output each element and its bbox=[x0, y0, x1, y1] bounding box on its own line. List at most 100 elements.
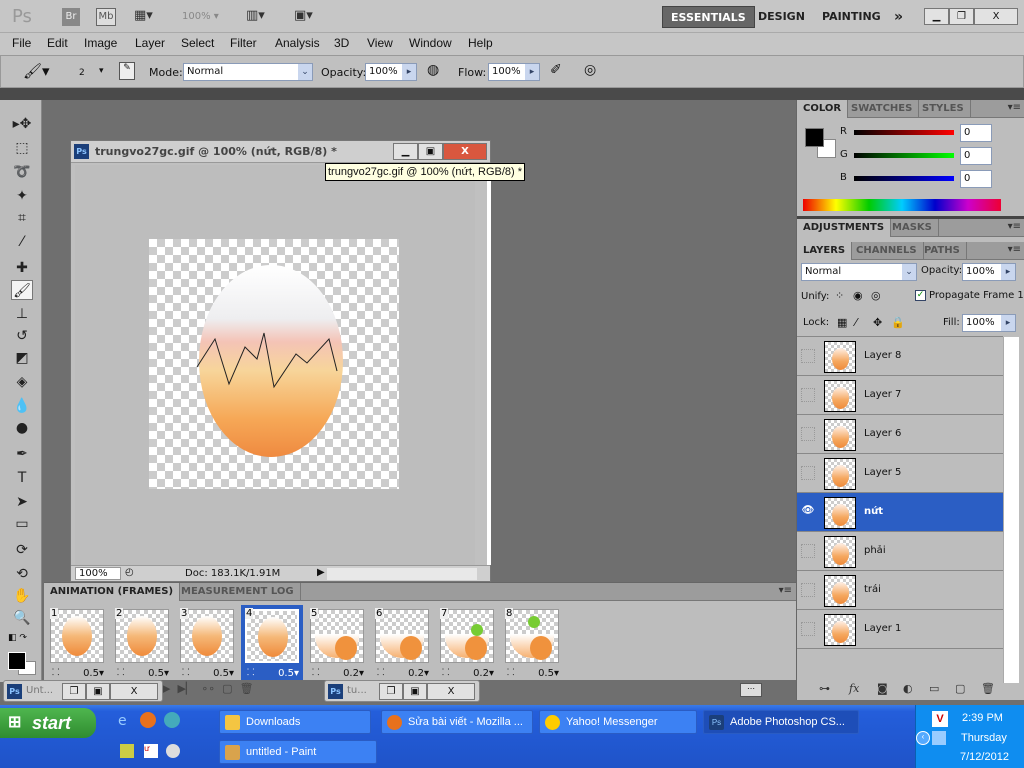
view-extras-button[interactable]: ▦▾ bbox=[134, 8, 153, 26]
3d-orbit-tool-icon[interactable]: ⟲ bbox=[11, 564, 33, 584]
visibility-toggle[interactable] bbox=[801, 622, 815, 636]
tab-color[interactable]: COLOR bbox=[797, 100, 849, 118]
frame-disposal-icon[interactable]: ⸬ bbox=[182, 665, 189, 678]
fill-field[interactable]: 100% ▸ bbox=[962, 314, 1016, 332]
lock-all-icon[interactable]: 🔒 bbox=[891, 316, 905, 329]
tab-styles[interactable]: STYLES bbox=[916, 100, 971, 118]
red-value-field[interactable]: 0 bbox=[960, 124, 992, 142]
tab-measurement-log[interactable]: MEASUREMENT LOG bbox=[175, 583, 301, 601]
animation-frame[interactable]: 5 ⸬ 0.2▾ bbox=[306, 605, 368, 680]
blur-tool-icon[interactable]: 💧 bbox=[11, 396, 33, 416]
default-colors-icon[interactable]: ◧ ↷ bbox=[8, 633, 27, 643]
tab-layers[interactable]: LAYERS bbox=[797, 242, 853, 260]
3d-rotate-tool-icon[interactable]: ⟳ bbox=[11, 540, 33, 560]
red-slider[interactable] bbox=[854, 130, 954, 135]
document-title-bar[interactable]: Ps trungvo27gc.gif @ 100% (nứt, RGB/8) *… bbox=[71, 141, 490, 163]
brush-panel-toggle-icon[interactable]: ✎ bbox=[119, 62, 135, 80]
quicklaunch-icon[interactable] bbox=[164, 712, 180, 728]
canvas-area[interactable] bbox=[75, 165, 475, 565]
document-minimize-button[interactable]: ▁ bbox=[393, 143, 418, 160]
restore-icon[interactable]: ❐ bbox=[62, 683, 86, 700]
history-brush-tool-icon[interactable]: ↺ bbox=[11, 326, 33, 346]
animation-frame[interactable]: 8 ⸬ 0.5▾ bbox=[501, 605, 563, 680]
workspace-design[interactable]: DESIGN bbox=[750, 6, 813, 28]
frame-disposal-icon[interactable]: ⸬ bbox=[442, 665, 449, 678]
frame-delay-dropdown[interactable]: 0.5▾ bbox=[83, 668, 104, 679]
tab-paths[interactable]: PATHS bbox=[918, 242, 967, 260]
image-canvas[interactable] bbox=[149, 239, 399, 489]
clone-stamp-tool-icon[interactable]: ⊥ bbox=[11, 304, 33, 324]
animation-frame[interactable]: 2 ⸬ 0.5▾ bbox=[111, 605, 173, 680]
tab-animation-frames[interactable]: ANIMATION (FRAMES) bbox=[44, 583, 181, 601]
layer-row[interactable]: phải bbox=[797, 532, 1003, 571]
chevron-right-icon[interactable]: ▸ bbox=[525, 64, 539, 80]
panel-menu-icon[interactable]: ▾≡ bbox=[1008, 102, 1021, 113]
healing-brush-tool-icon[interactable]: ✚ bbox=[11, 258, 33, 278]
adjustment-layer-icon[interactable]: ◐ bbox=[903, 682, 913, 695]
workspace-essentials[interactable]: ESSENTIALS bbox=[662, 6, 755, 28]
taskbar-item-yahoo-messenger[interactable]: Yahoo! Messenger bbox=[539, 710, 697, 734]
maximize-icon[interactable]: ▣ bbox=[403, 683, 427, 700]
panel-menu-icon[interactable]: ▾≡ bbox=[1008, 244, 1021, 255]
new-layer-icon[interactable]: ▢ bbox=[955, 682, 965, 695]
opacity-field[interactable]: 100% ▸ bbox=[365, 63, 417, 81]
visibility-toggle[interactable] bbox=[801, 544, 815, 558]
document-maximize-button[interactable]: ▣ bbox=[418, 143, 443, 160]
frame-disposal-icon[interactable]: ⸬ bbox=[507, 665, 514, 678]
mini-bridge-button[interactable]: Mb bbox=[96, 8, 116, 26]
workspace-painting[interactable]: PAINTING bbox=[814, 6, 889, 28]
paint-bucket-tool-icon[interactable]: ◈ bbox=[11, 372, 33, 392]
menu-3d[interactable]: 3D bbox=[334, 36, 349, 50]
close-button[interactable]: X bbox=[974, 8, 1018, 25]
close-icon[interactable]: X bbox=[110, 683, 158, 700]
rectangle-tool-icon[interactable]: ▭ bbox=[11, 514, 33, 534]
network-icon[interactable] bbox=[932, 731, 946, 745]
move-tool-icon[interactable]: ▸✥ bbox=[11, 114, 33, 134]
layer-row[interactable]: Layer 1 bbox=[797, 610, 1003, 649]
visibility-toggle[interactable] bbox=[801, 583, 815, 597]
color-spectrum-ramp[interactable] bbox=[803, 199, 1001, 211]
visibility-toggle[interactable] bbox=[801, 466, 815, 480]
eyedropper-tool-icon[interactable]: ⁄ bbox=[11, 232, 33, 252]
menu-edit[interactable]: Edit bbox=[47, 36, 68, 50]
more-workspaces-button[interactable]: » bbox=[886, 6, 911, 28]
chevron-right-icon[interactable]: ▸ bbox=[1001, 315, 1015, 331]
arrange-documents-button[interactable]: ▥▾ bbox=[246, 8, 265, 26]
status-menu-arrow-icon[interactable]: ▶ bbox=[317, 567, 325, 578]
brush-size[interactable]: 2 bbox=[79, 68, 85, 78]
chevron-right-icon[interactable]: ▸ bbox=[1001, 264, 1015, 280]
hand-tool-icon[interactable]: ✋ bbox=[11, 586, 33, 606]
propagate-frame-checkbox[interactable]: ✓ bbox=[915, 290, 926, 301]
visibility-toggle[interactable] bbox=[801, 388, 815, 402]
blue-value-field[interactable]: 0 bbox=[960, 170, 992, 188]
layer-row[interactable]: Layer 8 bbox=[797, 337, 1003, 376]
frame-delay-dropdown[interactable]: 0.5▾ bbox=[538, 668, 559, 679]
tween-frames-icon[interactable]: ∘∘ bbox=[201, 682, 215, 695]
layers-scrollbar[interactable] bbox=[1003, 337, 1019, 683]
quick-selection-tool-icon[interactable]: ✦ bbox=[11, 186, 33, 206]
type-tool-icon[interactable]: T bbox=[11, 468, 33, 488]
maximize-icon[interactable]: ▣ bbox=[86, 683, 110, 700]
delete-layer-icon[interactable]: 🗑 bbox=[981, 682, 995, 695]
add-mask-icon[interactable]: ◙ bbox=[877, 682, 888, 695]
foreground-color-swatch[interactable] bbox=[8, 652, 26, 670]
minimized-document-1[interactable]: Ps Unt... ❐ ▣ X bbox=[3, 680, 163, 702]
layer-row[interactable]: 👁 nứt bbox=[797, 493, 1003, 532]
document-close-button[interactable]: X bbox=[443, 143, 487, 160]
zoom-tool-icon[interactable]: 🔍 bbox=[11, 608, 33, 628]
internet-explorer-icon[interactable]: e bbox=[118, 713, 127, 729]
blue-slider[interactable] bbox=[854, 176, 954, 181]
green-value-field[interactable]: 0 bbox=[960, 147, 992, 165]
start-button[interactable]: ⊞ start bbox=[0, 708, 96, 738]
menu-filter[interactable]: Filter bbox=[230, 36, 257, 50]
minimized-document-2[interactable]: Ps tu... ❐ ▣ X bbox=[324, 680, 480, 702]
layer-style-icon[interactable]: fx bbox=[849, 682, 859, 695]
brush-size-dropdown-icon[interactable]: ▾ bbox=[99, 66, 104, 76]
eye-icon[interactable]: 👁 bbox=[801, 505, 815, 519]
marquee-tool-icon[interactable]: ⬚ bbox=[11, 138, 33, 158]
zoom-level-dropdown[interactable]: 100% ▾ bbox=[182, 8, 219, 26]
pen-tool-icon[interactable]: ✒ bbox=[11, 444, 33, 464]
mode-select[interactable]: Normal ⌄ bbox=[183, 63, 313, 81]
lock-transparency-icon[interactable]: ▦ bbox=[837, 316, 847, 329]
duplicate-frame-icon[interactable]: ▢ bbox=[222, 682, 232, 695]
